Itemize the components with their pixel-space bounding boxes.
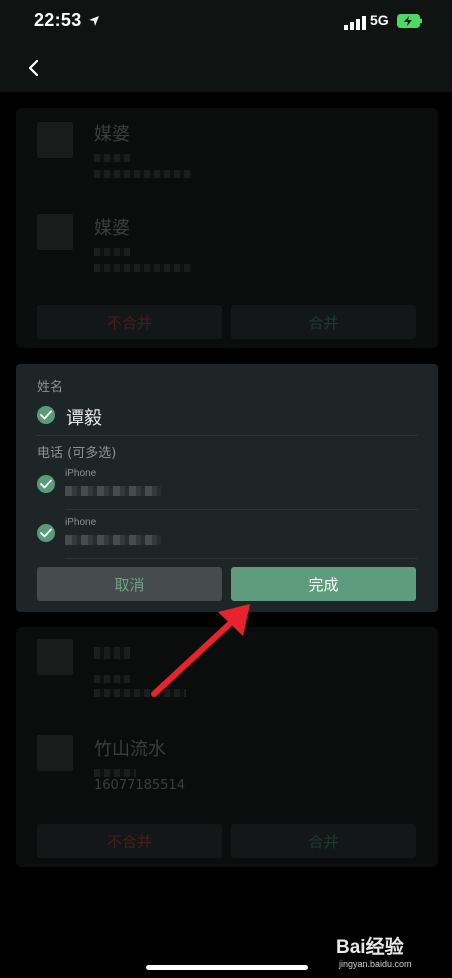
back-chevron-icon[interactable] [24, 58, 44, 78]
contact-detail-blurred [94, 264, 192, 272]
phone-number-blurred [65, 535, 161, 545]
phone-label: iPhone [65, 468, 97, 479]
divider [65, 509, 418, 510]
avatar [37, 639, 73, 675]
contact-name-blurred [94, 647, 130, 659]
contact-detail-blurred [94, 769, 136, 777]
selected-name[interactable]: 谭毅 [66, 404, 102, 430]
signal-icon [344, 16, 366, 30]
no-merge-button[interactable]: 不合并 [37, 305, 222, 339]
phone-section-label: 电话 (可多选) [37, 446, 117, 461]
clock: 22:53 [34, 10, 82, 30]
avatar [37, 214, 73, 250]
contact-name: 媒婆 [94, 218, 130, 239]
avatar [37, 122, 73, 158]
name-section-label: 姓名 [37, 380, 64, 395]
contact-name: 媒婆 [94, 124, 130, 145]
check-icon[interactable] [37, 475, 55, 493]
nav-bar [0, 44, 452, 92]
watermark-logo: Bai经验 [336, 937, 404, 958]
merge-card-bottom: 竹山流水 16077185514 不合并 合并 [16, 627, 438, 867]
done-button[interactable]: 完成 [231, 567, 416, 601]
cancel-button[interactable]: 取消 [37, 567, 222, 601]
contact-detail-blurred [94, 154, 130, 162]
phone-number-blurred [65, 486, 161, 496]
contact-detail-blurred [94, 689, 186, 697]
merge-selection-dialog: 姓名 谭毅 电话 (可多选) iPhone iPhone 取消 完成 [16, 364, 438, 612]
check-icon[interactable] [37, 406, 55, 424]
merge-card-top: 媒婆 媒婆 不合并 合并 [16, 108, 438, 348]
divider [36, 435, 418, 436]
check-icon[interactable] [37, 524, 55, 542]
status-bar: 22:53 5G [0, 0, 452, 44]
contact-detail-blurred [94, 170, 192, 178]
avatar [37, 735, 73, 771]
phone-label: iPhone [65, 517, 97, 528]
location-arrow-icon [89, 16, 99, 26]
no-merge-button[interactable]: 不合并 [37, 824, 222, 858]
contact-number: 16077185514 [94, 778, 185, 793]
merge-button[interactable]: 合并 [231, 824, 416, 858]
watermark-url: jingyan.baidu.com [339, 959, 412, 969]
contact-detail-blurred [94, 675, 130, 683]
home-indicator[interactable] [146, 965, 308, 970]
watermark: Bai经验 jingyan.baidu.com [336, 932, 412, 969]
merge-button[interactable]: 合并 [231, 305, 416, 339]
contact-detail-blurred [94, 248, 130, 256]
network-type: 5G [370, 12, 389, 28]
divider [65, 558, 418, 559]
contact-name: 竹山流水 [94, 739, 166, 760]
battery-charging-icon [397, 14, 422, 28]
